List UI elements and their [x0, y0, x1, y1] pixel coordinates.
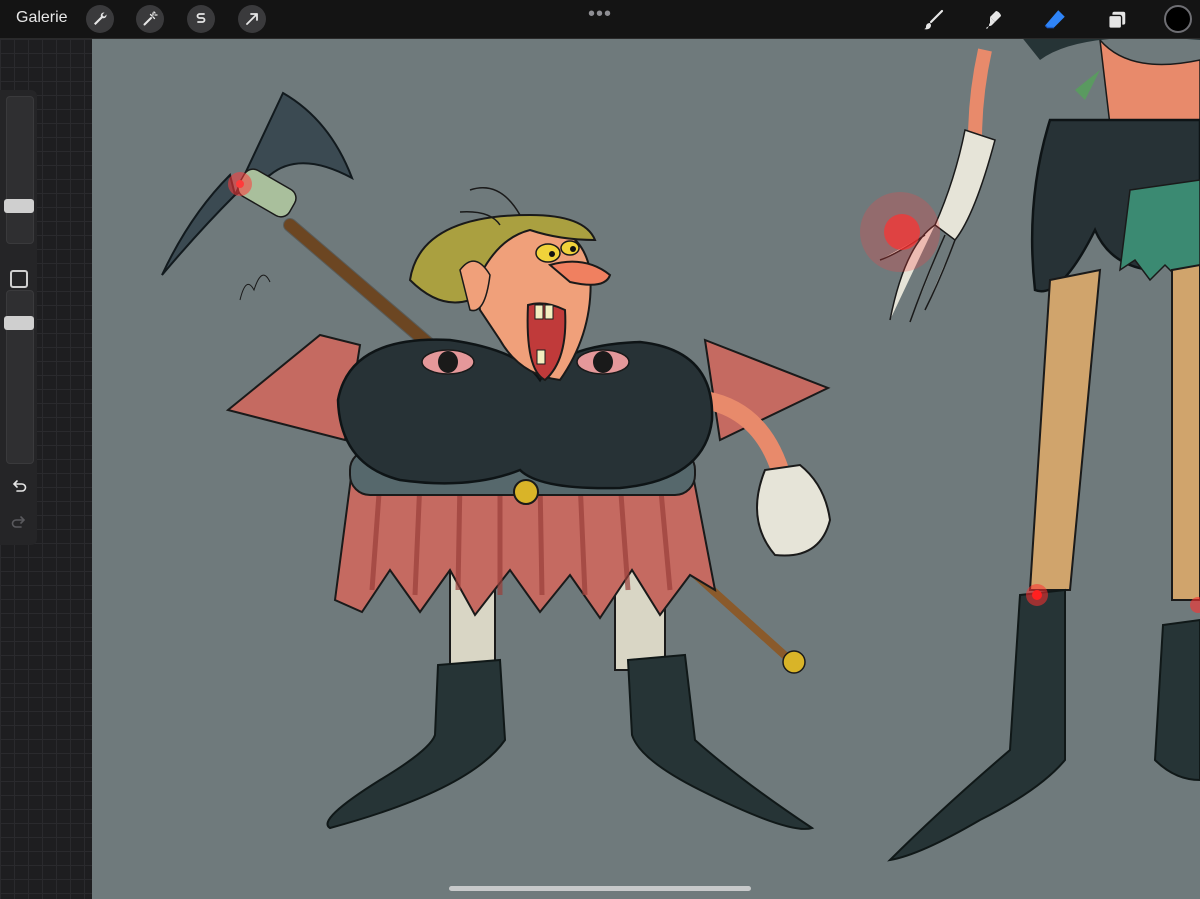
magic-wand-icon[interactable] — [136, 5, 164, 33]
top-toolbar: Galerie ••• — [0, 0, 1200, 39]
brush-size-thumb[interactable] — [4, 199, 34, 213]
color-swatch-button[interactable] — [1164, 5, 1192, 33]
axe-illustration — [161, 91, 437, 352]
gallery-button[interactable]: Galerie — [16, 9, 68, 27]
drawing-canvas[interactable] — [92, 39, 1200, 899]
side-toolbar — [0, 90, 37, 545]
home-indicator[interactable] — [449, 886, 751, 891]
redo-icon[interactable] — [10, 513, 28, 531]
smudge-icon[interactable] — [979, 5, 1009, 35]
more-options-indicator[interactable]: ••• — [588, 3, 612, 26]
selection-icon[interactable] — [187, 5, 215, 33]
brush-size-slider[interactable] — [6, 96, 34, 244]
canvas-artwork — [161, 39, 1200, 862]
wrench-icon[interactable] — [86, 5, 114, 33]
eraser-icon[interactable] — [1040, 5, 1070, 35]
brush-icon[interactable] — [918, 5, 948, 35]
modify-square-icon[interactable] — [10, 270, 28, 288]
opacity-thumb[interactable] — [4, 316, 34, 330]
undo-icon[interactable] — [10, 477, 28, 495]
transform-arrow-icon[interactable] — [238, 5, 266, 33]
layers-icon[interactable] — [1102, 5, 1132, 35]
